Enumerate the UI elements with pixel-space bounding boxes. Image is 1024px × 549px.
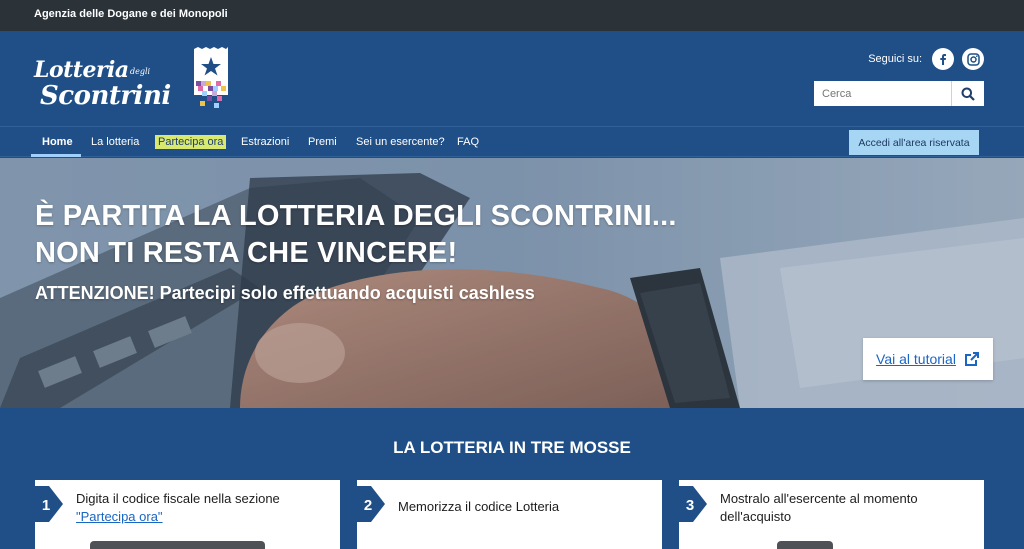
social-label: Seguici su:: [868, 53, 922, 65]
step-number-2: 2: [364, 497, 372, 514]
search-input[interactable]: [814, 81, 952, 106]
step-1-image-preview: [90, 541, 265, 549]
search-box: [814, 81, 984, 106]
step-card-3: 3 Mostralo all'esercente al momento dell…: [679, 480, 984, 549]
section-title: LA LOTTERIA IN TRE MOSSE: [393, 438, 631, 457]
instagram-icon[interactable]: [962, 48, 984, 70]
nav-item-la-lotteria[interactable]: La lotteria: [91, 136, 139, 148]
step-text-2: Memorizza il codice Lotteria: [398, 499, 560, 514]
nav-item-estrazioni[interactable]: Estrazioni: [241, 136, 289, 148]
step-number-1-badge: 1: [35, 486, 63, 522]
partecipa-ora-link[interactable]: "Partecipa ora": [76, 509, 163, 524]
step-card-2: 2 Memorizza il codice Lotteria: [357, 480, 662, 549]
logo-word-lotteria: Lotteria: [34, 57, 129, 83]
social-links: Seguici su:: [868, 48, 984, 70]
hero-headline-line1: È PARTITA LA LOTTERIA DEGLI SCONTRINI...: [35, 200, 677, 232]
external-link-icon: [964, 352, 979, 366]
agency-link[interactable]: Agenzia delle Dogane e dei Monopoli: [34, 8, 228, 20]
lotteria-logo[interactable]: Lotteria degli Scontrini: [34, 47, 244, 117]
nav-active-indicator: [31, 154, 81, 157]
search-button[interactable]: [952, 81, 984, 106]
hero-headline: È PARTITA LA LOTTERIA DEGLI SCONTRINI...…: [35, 198, 677, 272]
step-number-3-badge: 3: [679, 486, 707, 522]
logo-word-degli: degli: [130, 67, 151, 76]
nav-item-faq[interactable]: FAQ: [457, 136, 479, 148]
step-number-3: 3: [686, 497, 694, 514]
step-3-image-preview: [777, 541, 833, 549]
tutorial-link[interactable]: Vai al tutorial: [876, 351, 956, 367]
hero-banner: È PARTITA LA LOTTERIA DEGLI SCONTRINI...…: [0, 158, 1024, 408]
step-text-1: Digita il codice fiscale nella sezione "…: [76, 490, 330, 526]
search-icon: [961, 87, 975, 101]
site-header: Lotteria degli Scontrini Seguici su:: [0, 31, 1024, 126]
nav-item-premi[interactable]: Premi: [308, 136, 337, 148]
step-number-2-badge: 2: [357, 486, 385, 522]
ticket-icon: [194, 47, 228, 108]
step-number-1: 1: [42, 497, 50, 514]
hero-subheadline: ATTENZIONE! Partecipi solo effettuando a…: [35, 283, 535, 303]
main-nav: Home La lotteria Partecipa ora Estrazion…: [0, 126, 1024, 157]
facebook-icon[interactable]: [932, 48, 954, 70]
nav-item-partecipa-ora[interactable]: Partecipa ora: [155, 135, 227, 149]
reserved-area-button[interactable]: Accedi all'area riservata: [849, 130, 979, 155]
hero-headline-line2: NON TI RESTA CHE VINCERE!: [35, 237, 458, 269]
tutorial-button[interactable]: Vai al tutorial: [863, 338, 993, 380]
three-steps-section: LA LOTTERIA IN TRE MOSSE 1 Digita il cod…: [0, 408, 1024, 549]
nav-item-sei-un-esercente[interactable]: Sei un esercente?: [356, 136, 445, 148]
step-text-3: Mostralo all'esercente al momento dell'a…: [720, 491, 918, 524]
nav-item-home[interactable]: Home: [42, 136, 73, 148]
top-bar: Agenzia delle Dogane e dei Monopoli: [0, 0, 1024, 31]
logo-word-scontrini: Scontrini: [40, 81, 171, 111]
step-text-1-main: Digita il codice fiscale nella sezione: [76, 491, 280, 506]
step-card-1: 1 Digita il codice fiscale nella sezione…: [35, 480, 340, 549]
